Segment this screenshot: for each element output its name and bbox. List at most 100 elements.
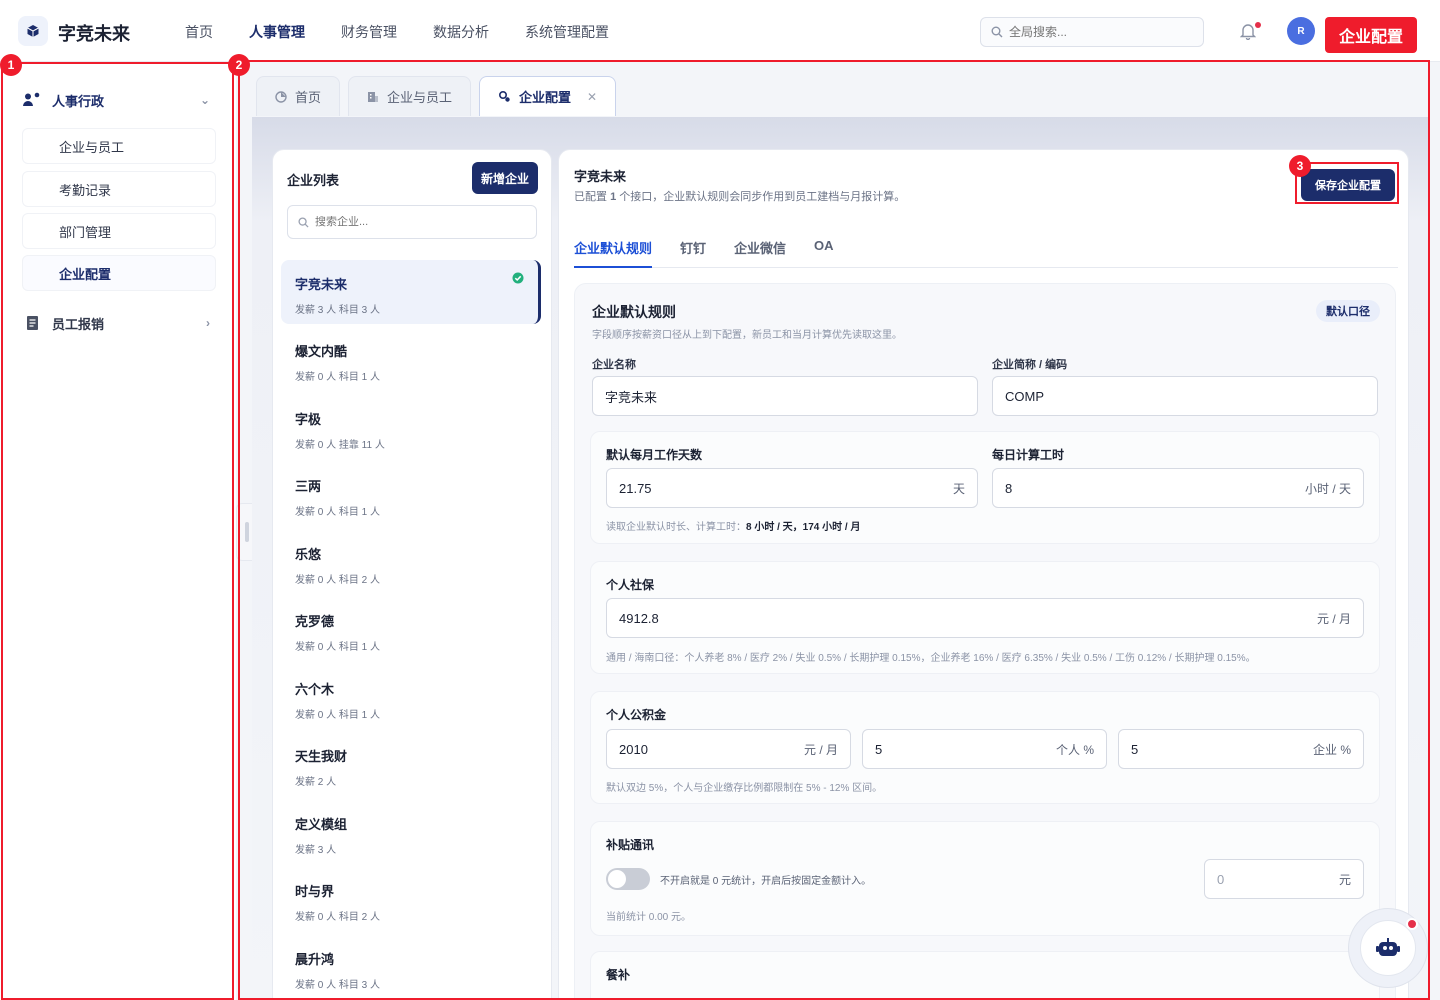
tab-dingtalk[interactable]: 钉钉 [680,238,706,268]
chevron-down-icon: ⌄ [199,93,210,107]
company-meta: 发薪 3 人 科目 3 人 [295,305,381,316]
annotation-badge-1: 1 [0,54,22,76]
page-highlight-tag: 企业配置 [1325,17,1417,53]
social-insurance-section: 个人社保 4912.8 元 / 月 通用 / 海南口径：个人养老 8% / 医疗 … [590,561,1380,674]
subsidy-label: 补贴通讯 [606,838,655,852]
meal-label: 餐补 [606,968,631,982]
top-nav: 首页 人事管理 财务管理 数据分析 系统管理配置 [185,22,609,42]
work-days-label: 默认每月工作天数 [606,448,703,462]
fund-note: 默认双边 5%，个人与企业缴存比例都限制在 5% - 12% 区间。 [606,783,883,794]
company-meta: 发薪 0 人 科目 1 人 [295,507,381,518]
company-search-input[interactable] [315,216,515,228]
company-name: 六个木 [295,682,335,697]
social-input[interactable]: 4912.8 元 / 月 [606,598,1364,638]
company-name: 三两 [295,479,322,494]
company-item[interactable]: 三两 发薪 0 人 科目 1 人 [281,462,541,526]
annotation-badge-3: 3 [1289,155,1311,177]
sidebar-item-company-config[interactable]: 企业配置 [22,255,216,291]
company-name: 乐悠 [295,547,322,562]
sidebar: 人事行政 ⌄ 企业与员工 考勤记录 部门管理 企业配置 员工报销 › [0,62,236,1000]
company-code-label: 企业简称 / 编码 [992,359,1068,371]
bell-icon[interactable] [1240,22,1256,40]
work-days-input[interactable]: 21.75 天 [606,468,978,508]
company-meta: 发薪 3 人 [295,845,337,856]
nav-system[interactable]: 系统管理配置 [525,22,609,42]
company-item[interactable]: 时与界 发薪 0 人 科目 2 人 [281,867,541,931]
detail-title: 字竞未来 [574,169,627,184]
cube-icon [27,25,39,37]
company-list-panel: 企业列表 新增企业 字竞未来 发薪 3 人 科目 3 人 爆文内酷 发薪 0 人… [272,149,552,1000]
tab-label: 首页 [295,90,322,105]
sidebar-group-reimbursement[interactable]: 员工报销 › [22,305,218,341]
company-name-input[interactable]: 字竞未来 [592,376,978,416]
detail-subtitle: 已配置 1 个接口，企业默认规则会同步作用到员工建档与月报计算。 [574,191,906,203]
chevron-right-icon: › [206,316,210,330]
tab-default-rules[interactable]: 企业默认规则 [574,238,653,268]
company-name: 爆文内酷 [295,344,348,359]
fund-company-input[interactable]: 5 企业 % [1118,729,1364,769]
brand-name: 字竞未来 [58,24,130,44]
tab-wecom[interactable]: 企业微信 [734,238,786,268]
fund-personal-input[interactable]: 5 个人 % [862,729,1107,769]
company-item[interactable]: 字极 发薪 0 人 挂靠 11 人 [281,395,541,459]
robot-icon [1376,938,1400,956]
company-name: 晨升鸿 [295,952,335,967]
global-search-input[interactable] [1009,25,1189,39]
card-subtitle: 字段顺序按薪资口径从上到下配置，新员工和当月计算优先读取这里。 [592,330,902,341]
company-meta: 发薪 0 人 科目 2 人 [295,575,381,586]
company-meta: 发薪 0 人 科目 1 人 [295,642,381,653]
tab-label: 企业配置 [519,90,572,105]
card-title: 企业默认规则 [592,304,676,320]
company-name: 定义模组 [295,817,348,832]
sidebar-item-departments[interactable]: 部门管理 [22,213,216,249]
subsidy-toggle[interactable] [606,868,650,890]
close-icon[interactable]: ✕ [587,90,597,104]
company-list-title: 企业列表 [287,173,340,188]
company-name: 字竞未来 [295,277,348,292]
sidebar-group-label: 员工报销 [52,316,105,332]
company-search[interactable] [287,205,537,239]
nav-analytics[interactable]: 数据分析 [433,22,489,42]
nav-finance[interactable]: 财务管理 [341,22,397,42]
company-item[interactable]: 六个木 发薪 0 人 科目 1 人 [281,665,541,729]
subsidy-amount-input[interactable]: 0元 [1204,859,1364,899]
subsidy-toggle-label: 不开启就是 0 元统计，开启后按固定金额计入。 [660,876,872,887]
sidebar-item-attendance[interactable]: 考勤记录 [22,171,216,207]
work-hours-label: 每日计算工时 [992,448,1065,462]
company-item[interactable]: 定义模组 发薪 3 人 [281,800,541,864]
social-note: 通用 / 海南口径：个人养老 8% / 医疗 2% / 失业 0.5% / 长期… [606,653,1256,664]
nav-hr[interactable]: 人事管理 [249,22,305,42]
company-meta: 发薪 0 人 科目 1 人 [295,372,381,383]
annotation-badge-2: 2 [228,54,250,76]
search-icon [991,26,1003,38]
fund-base-input[interactable]: 2010 元 / 月 [606,729,851,769]
sidebar-group-label: 人事行政 [52,93,105,109]
company-meta: 发薪 0 人 科目 2 人 [295,912,381,923]
tab-home[interactable]: 首页 [256,76,341,116]
add-company-button[interactable]: 新增企业 [472,162,538,194]
tab-label: 企业与员工 [387,90,453,105]
company-name: 天生我财 [295,749,348,764]
company-item[interactable]: 晨升鸿 发薪 0 人 科目 3 人 [281,935,541,999]
company-item[interactable]: 天生我财 发薪 2 人 [281,732,541,796]
company-item[interactable]: 乐悠 发薪 0 人 科目 2 人 [281,530,541,594]
work-hours-input[interactable]: 8 小时 / 天 [992,468,1364,508]
company-item[interactable]: 克罗德 发薪 0 人 科目 1 人 [281,597,541,661]
company-item[interactable]: 爆文内酷 发薪 0 人 科目 1 人 [281,327,541,391]
meal-subsidy-section: 餐补 [590,951,1380,1000]
global-search[interactable] [980,17,1204,47]
sidebar-item-company-employee[interactable]: 企业与员工 [22,128,216,164]
tab-company-employee[interactable]: 企业与员工 [348,76,472,116]
fund-label: 个人公积金 [606,708,667,722]
tab-oa[interactable]: OA [814,238,834,268]
company-item[interactable]: 字竞未来 发薪 3 人 科目 3 人 [281,260,541,324]
nav-home[interactable]: 首页 [185,22,213,42]
sidebar-group-hr-admin[interactable]: 人事行政 ⌄ [22,82,218,118]
avatar[interactable]: R [1287,17,1315,45]
tab-company-config[interactable]: 企业配置 ✕ [479,76,617,116]
logo[interactable] [18,16,48,46]
company-meta: 发薪 0 人 挂靠 11 人 [295,440,385,451]
housing-fund-section: 个人公积金 2010 元 / 月 5 个人 % 5 企业 % 默认双边 5%，个人与企… [590,691,1380,804]
save-config-button[interactable]: 保存企业配置 [1301,169,1395,201]
company-code-input[interactable]: COMP [992,376,1378,416]
